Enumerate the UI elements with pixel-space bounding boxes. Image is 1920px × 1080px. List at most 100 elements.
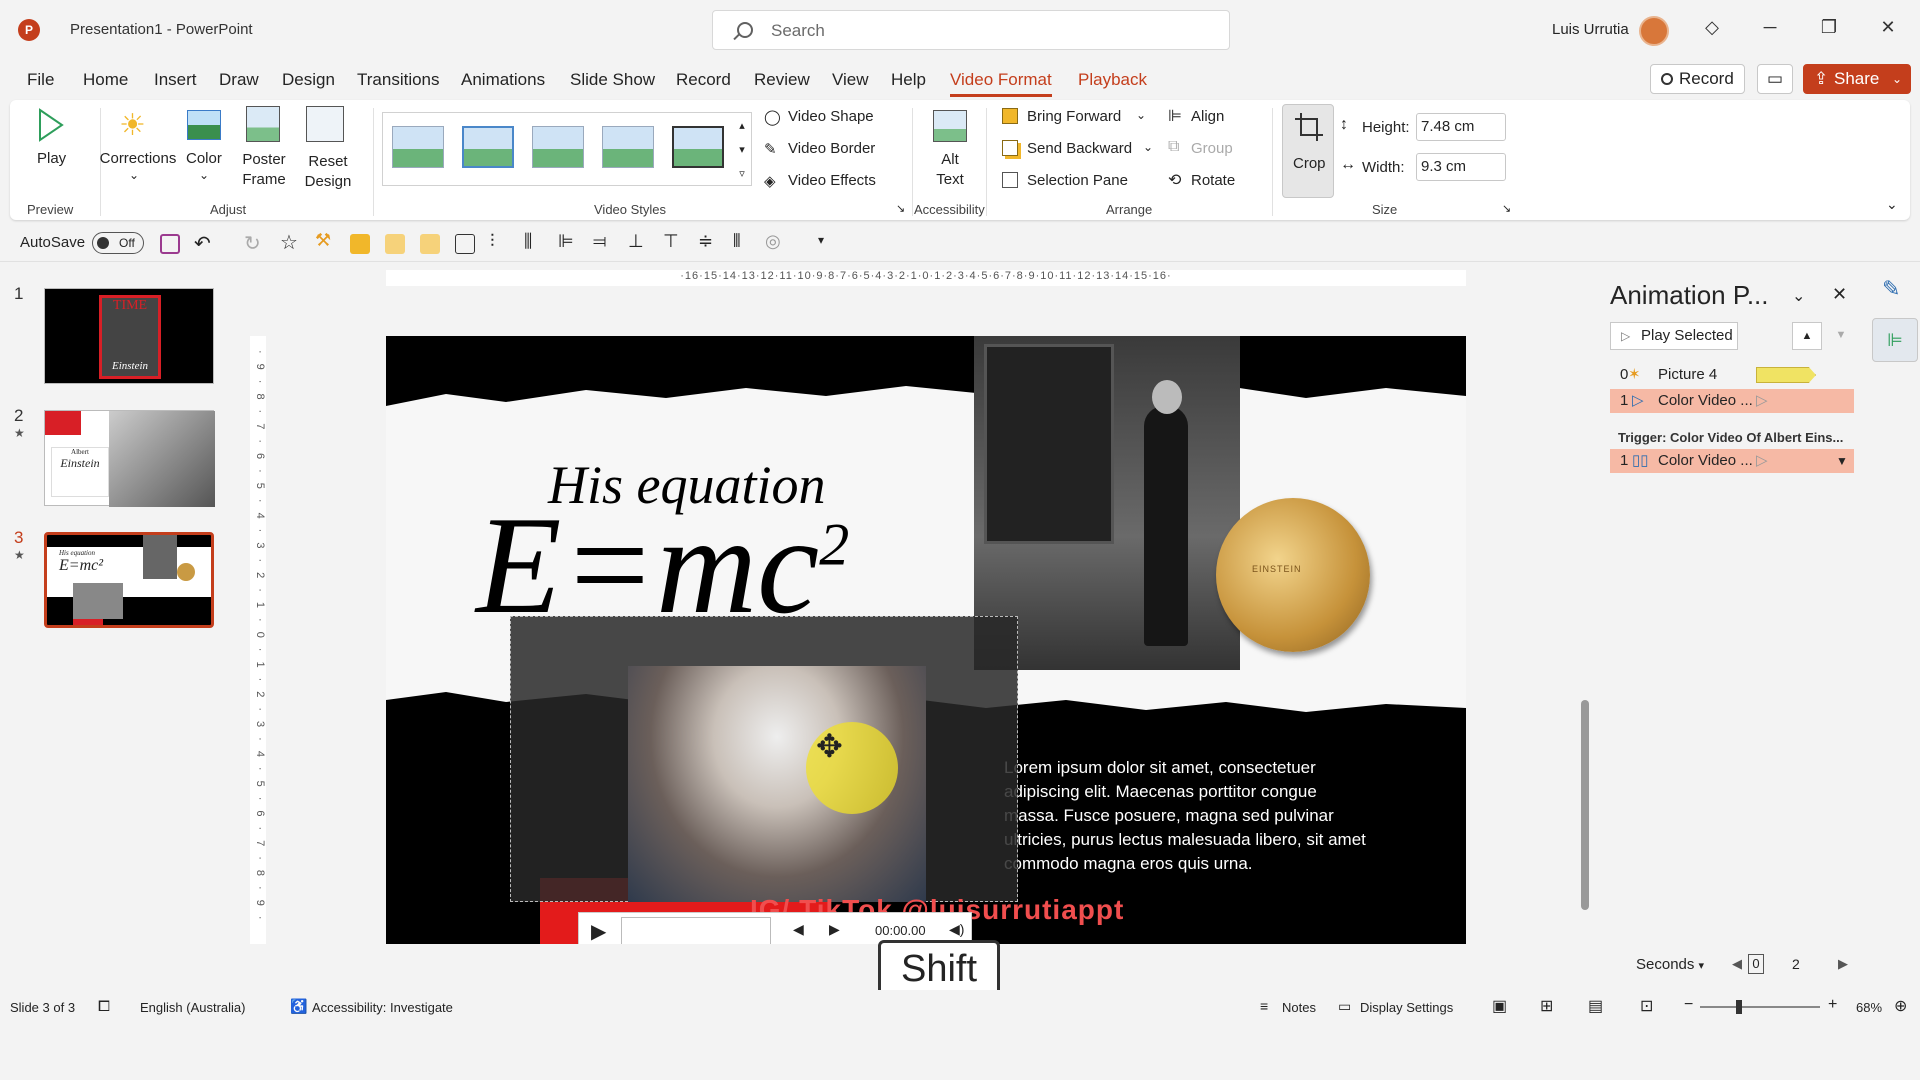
- maximize-button[interactable]: ❐: [1814, 17, 1844, 38]
- minimize-button[interactable]: ─: [1755, 17, 1785, 38]
- shape-icon[interactable]: [350, 234, 370, 254]
- normal-view-icon[interactable]: ▣: [1492, 996, 1507, 1016]
- tab-transitions[interactable]: Transitions: [357, 70, 440, 90]
- designer-icon[interactable]: ✎: [1882, 276, 1900, 302]
- zoom-level[interactable]: 68%: [1856, 1000, 1882, 1015]
- gallery-scroll-icon[interactable]: ▴ ▾ ▿: [734, 114, 750, 186]
- collapse-ribbon-icon[interactable]: ⌄: [1886, 196, 1898, 213]
- display-settings-button[interactable]: Display Settings: [1360, 1000, 1453, 1015]
- comments-button[interactable]: ▭: [1757, 64, 1793, 94]
- chevron-down-icon[interactable]: ⌄: [1143, 140, 1153, 154]
- timeline-left-icon[interactable]: ◀: [1732, 956, 1742, 972]
- timeline-right-icon[interactable]: ▶: [1838, 956, 1848, 972]
- dialog-launcher-icon[interactable]: ↘: [1502, 202, 1511, 215]
- share-button[interactable]: ⇪ Share ⌄: [1803, 64, 1911, 94]
- zoom-slider-thumb[interactable]: [1736, 1000, 1742, 1014]
- forward-icon[interactable]: ▶: [829, 921, 840, 938]
- zoom-slider[interactable]: [1700, 1000, 1820, 1014]
- color-button[interactable]: Color: [186, 150, 222, 167]
- zoom-in-icon[interactable]: +: [1828, 996, 1837, 1014]
- nobel-medal[interactable]: EINSTEIN: [1216, 498, 1370, 652]
- slide-thumbnail-1[interactable]: TIME Einstein: [44, 288, 214, 384]
- move-up-button[interactable]: ▲: [1792, 322, 1822, 350]
- height-input[interactable]: 7.48 cm: [1416, 113, 1506, 141]
- dialog-launcher-icon[interactable]: ↘: [896, 202, 905, 215]
- tab-help[interactable]: Help: [891, 70, 926, 90]
- video-seek-bar[interactable]: [621, 917, 771, 944]
- slide-thumbnail-2[interactable]: Albert Einstein: [44, 410, 215, 507]
- send-backward-button[interactable]: Send Backward: [1027, 140, 1132, 157]
- alt-text-button[interactable]: Alt Text: [930, 150, 970, 190]
- arrange-icon[interactable]: [455, 234, 475, 254]
- tab-insert[interactable]: Insert: [154, 70, 197, 90]
- slide-equation[interactable]: E=mc2: [476, 496, 849, 636]
- spelling-check-icon[interactable]: ⧠: [98, 998, 110, 1015]
- video-style-3[interactable]: [532, 126, 584, 168]
- fit-to-window-icon[interactable]: ⊕: [1894, 996, 1907, 1016]
- tab-animations[interactable]: Animations: [461, 70, 545, 90]
- seconds-dropdown[interactable]: Seconds ▾: [1636, 956, 1704, 973]
- selection-pane-button[interactable]: Selection Pane: [1027, 172, 1128, 189]
- video-shape-button[interactable]: Video Shape: [788, 108, 874, 125]
- width-input[interactable]: 9.3 cm: [1416, 153, 1506, 181]
- play-video-icon[interactable]: ▶: [591, 919, 606, 944]
- animation-item-picture4[interactable]: 0 ✶ Picture 4: [1610, 363, 1854, 387]
- user-name[interactable]: Luis Urrutia: [1552, 21, 1629, 38]
- trigger-item-color-video[interactable]: 1 ▯▯ Color Video ... ▷ ▼: [1610, 449, 1854, 473]
- align-center-icon[interactable]: ⫶: [490, 231, 495, 252]
- group-button[interactable]: Group: [1191, 140, 1233, 157]
- language-label[interactable]: English (Australia): [140, 1000, 246, 1015]
- rewind-icon[interactable]: ◀: [793, 921, 804, 938]
- bring-forward-button[interactable]: Bring Forward: [1027, 108, 1121, 125]
- slide-canvas[interactable]: His equation E=mc2 EINSTEIN Lorem ipsum …: [386, 336, 1466, 944]
- undo-icon[interactable]: ↶: [194, 231, 211, 256]
- record-button[interactable]: Record: [1650, 64, 1745, 94]
- distribute-horizontal-icon[interactable]: ⫴: [733, 231, 741, 252]
- customize-qat-icon[interactable]: ▾: [818, 233, 824, 247]
- video-style-2[interactable]: [462, 126, 514, 168]
- video-effects-button[interactable]: Video Effects: [788, 172, 876, 189]
- animation-pane-toggle-icon[interactable]: ⊫: [1872, 318, 1918, 362]
- play-selected-button[interactable]: ▷ Play Selected: [1610, 322, 1738, 350]
- zoom-out-icon[interactable]: −: [1684, 996, 1693, 1014]
- scrollbar-thumb[interactable]: [1581, 700, 1589, 910]
- tab-draw[interactable]: Draw: [219, 70, 259, 90]
- align-right-icon[interactable]: ⫤: [593, 231, 607, 252]
- slide-show-icon[interactable]: ⊡: [1640, 996, 1653, 1016]
- align-left-icon[interactable]: ⊫: [558, 231, 574, 252]
- tab-file[interactable]: File: [27, 70, 54, 90]
- star-icon[interactable]: ☆: [280, 230, 298, 255]
- shape-icon[interactable]: [420, 234, 440, 254]
- vertical-scrollbar[interactable]: [1578, 270, 1592, 960]
- tab-view[interactable]: View: [832, 70, 869, 90]
- avatar[interactable]: [1639, 16, 1669, 46]
- close-window-button[interactable]: ✕: [1873, 17, 1903, 38]
- corrections-button[interactable]: Corrections: [98, 150, 178, 167]
- reading-view-icon[interactable]: ▤: [1588, 996, 1603, 1016]
- tab-video-format[interactable]: Video Format: [950, 70, 1052, 97]
- shape-icon[interactable]: [385, 234, 405, 254]
- close-pane-icon[interactable]: ✕: [1832, 284, 1847, 305]
- premium-diamond-icon[interactable]: ◇: [1697, 17, 1727, 38]
- move-down-button[interactable]: ▼: [1826, 322, 1856, 350]
- tab-design[interactable]: Design: [282, 70, 335, 90]
- tab-playback[interactable]: Playback: [1078, 70, 1147, 90]
- slide-sorter-icon[interactable]: ⊞: [1540, 996, 1553, 1016]
- search-box[interactable]: Search: [712, 10, 1230, 50]
- pane-options-icon[interactable]: ⌄: [1792, 286, 1805, 306]
- merge-shapes-icon[interactable]: ◎: [765, 231, 781, 252]
- save-icon[interactable]: [160, 234, 180, 254]
- notes-button[interactable]: Notes: [1282, 1000, 1316, 1015]
- redo-icon[interactable]: ↻: [244, 231, 261, 256]
- volume-icon[interactable]: ◀): [949, 921, 964, 938]
- video-style-1[interactable]: [392, 126, 444, 168]
- format-painter-icon[interactable]: ⚒: [315, 230, 331, 251]
- tab-review[interactable]: Review: [754, 70, 810, 90]
- align-top-icon[interactable]: ⊤: [663, 231, 679, 252]
- align-middle-icon[interactable]: ⫼: [524, 231, 532, 252]
- tab-record[interactable]: Record: [676, 70, 731, 90]
- item-dropdown-icon[interactable]: ▼: [1836, 449, 1848, 473]
- video-style-4[interactable]: [602, 126, 654, 168]
- poster-frame-button[interactable]: Poster Frame: [236, 150, 292, 190]
- align-bottom-icon[interactable]: ⊥: [628, 231, 644, 252]
